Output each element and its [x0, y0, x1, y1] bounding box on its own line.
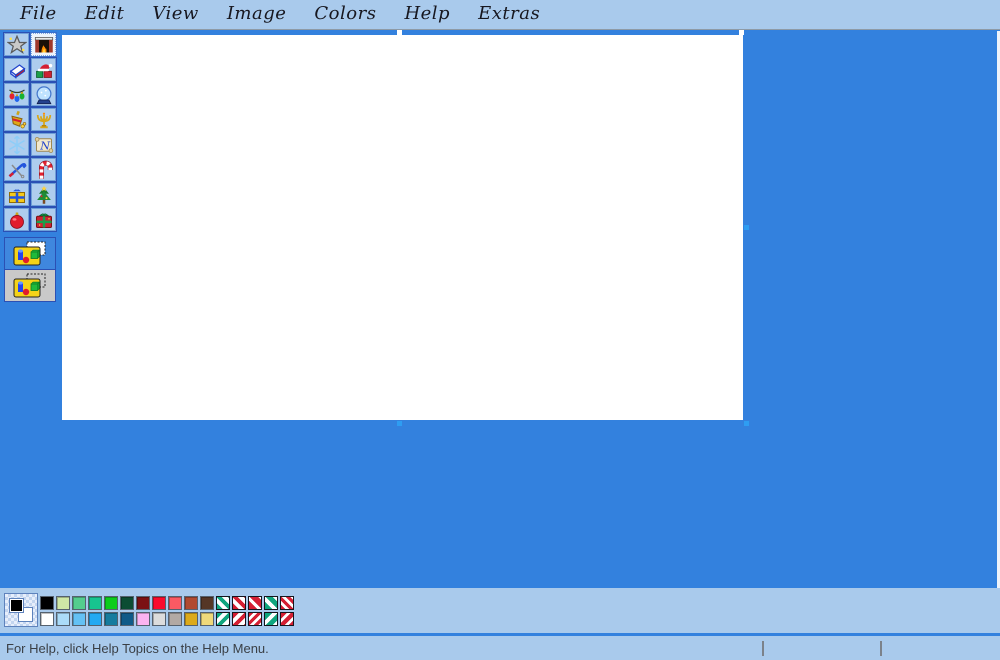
palette-pattern-swatch[interactable] [216, 612, 230, 626]
palette-pattern-swatch[interactable] [232, 596, 246, 610]
fireplace-icon [34, 35, 54, 55]
tool-text[interactable]: N [30, 132, 57, 157]
palette-pattern-swatch[interactable] [264, 596, 278, 610]
palette-swatches [39, 595, 295, 627]
scroll-icon: N [34, 135, 54, 155]
tool-brush[interactable] [30, 107, 57, 132]
tool-free-form-select[interactable] [3, 32, 30, 57]
menu-view[interactable]: View [140, 2, 211, 27]
menu-image[interactable]: Image [215, 2, 299, 27]
tool-polygon[interactable] [30, 182, 57, 207]
palette-pattern-swatch[interactable] [280, 612, 294, 626]
palette-color-swatch[interactable] [120, 596, 134, 610]
palette-color-swatch[interactable] [88, 596, 102, 610]
santa-gifts-icon [34, 60, 54, 80]
tool-magnifier[interactable] [30, 82, 57, 107]
tool-pick-color[interactable] [3, 82, 30, 107]
menu-file[interactable]: File [8, 2, 69, 27]
palette-row-top [39, 595, 295, 611]
snowflake-icon [7, 135, 27, 155]
current-colors-indicator [4, 593, 38, 627]
menu-bar: File Edit View Image Colors Help Extras [0, 0, 1000, 30]
menu-edit[interactable]: Edit [73, 2, 137, 27]
present-icon [34, 210, 54, 230]
tool-curve[interactable] [30, 157, 57, 182]
palette-color-swatch[interactable] [56, 596, 70, 610]
menorah-icon [34, 110, 54, 130]
canvas-resize-handle-bottom-right[interactable] [744, 421, 749, 426]
palette-color-swatch[interactable] [152, 612, 166, 626]
svg-text:N: N [39, 139, 51, 152]
christmas-tree-icon [34, 185, 54, 205]
transparent-selection-icon [13, 273, 47, 299]
menu-help[interactable]: Help [392, 2, 462, 27]
palette-color-swatch[interactable] [136, 612, 150, 626]
palette-color-swatch[interactable] [136, 596, 150, 610]
palette-color-swatch[interactable] [200, 596, 214, 610]
canvas-resize-handle-right[interactable] [744, 225, 749, 230]
tool-rectangle[interactable] [3, 182, 30, 207]
palette-color-swatch[interactable] [88, 612, 102, 626]
palette-color-swatch[interactable] [104, 596, 118, 610]
palette-pattern-swatch[interactable] [248, 596, 262, 610]
star-icon [7, 35, 27, 55]
palette-color-swatch[interactable] [104, 612, 118, 626]
palette-pattern-swatch[interactable] [232, 612, 246, 626]
palette-color-swatch[interactable] [72, 596, 86, 610]
color-palette [0, 588, 1000, 633]
palette-color-swatch[interactable] [184, 596, 198, 610]
menu-extras[interactable]: Extras [466, 2, 552, 27]
palette-pattern-swatch[interactable] [280, 596, 294, 610]
eraser-book-icon [7, 60, 27, 80]
tool-box: N [3, 32, 57, 232]
palette-color-swatch[interactable] [168, 596, 182, 610]
drawing-canvas[interactable] [62, 35, 743, 420]
canvas-resize-handle-top-right[interactable] [739, 30, 744, 35]
paint-window: File Edit View Image Colors Help Extras [0, 0, 1000, 660]
snow-globe-icon [34, 85, 54, 105]
tool-eraser[interactable] [3, 57, 30, 82]
holiday-lights-icon [7, 85, 27, 105]
palette-pattern-swatch[interactable] [264, 612, 278, 626]
status-bar: For Help, click Help Topics on the Help … [0, 633, 1000, 660]
palette-color-swatch[interactable] [40, 612, 54, 626]
ski-icon [7, 160, 27, 180]
tool-line[interactable] [3, 157, 30, 182]
tool-airbrush[interactable] [3, 132, 30, 157]
palette-pattern-swatch[interactable] [216, 596, 230, 610]
palette-color-swatch[interactable] [56, 612, 70, 626]
palette-color-swatch[interactable] [72, 612, 86, 626]
palette-color-swatch[interactable] [168, 612, 182, 626]
canvas-resize-handle-top[interactable] [397, 30, 402, 35]
tool-ellipse[interactable] [3, 207, 30, 232]
gift-box-icon [7, 185, 27, 205]
tool-option-panel [4, 237, 56, 302]
status-separator [762, 641, 764, 656]
opaque-selection-icon [13, 241, 47, 267]
canvas-resize-handle-bottom[interactable] [397, 421, 402, 426]
palette-row-bottom [39, 611, 295, 627]
candy-cane-icon [34, 160, 54, 180]
status-separator [880, 641, 882, 656]
ornament-icon [7, 210, 27, 230]
palette-pattern-swatch[interactable] [248, 612, 262, 626]
foreground-color-swatch [9, 598, 24, 613]
palette-color-swatch[interactable] [184, 612, 198, 626]
palette-color-swatch[interactable] [200, 612, 214, 626]
tool-rounded-rectangle[interactable] [30, 207, 57, 232]
palette-color-swatch[interactable] [40, 596, 54, 610]
option-transparent-selection[interactable] [5, 270, 55, 301]
tool-select[interactable] [30, 32, 57, 57]
palette-color-swatch[interactable] [152, 596, 166, 610]
menu-colors[interactable]: Colors [302, 2, 388, 27]
dreidel-icon [7, 110, 27, 130]
tool-fill[interactable] [30, 57, 57, 82]
option-opaque-selection[interactable] [5, 238, 55, 269]
tool-pencil[interactable] [3, 107, 30, 132]
status-message: For Help, click Help Topics on the Help … [0, 641, 269, 656]
palette-color-swatch[interactable] [120, 612, 134, 626]
